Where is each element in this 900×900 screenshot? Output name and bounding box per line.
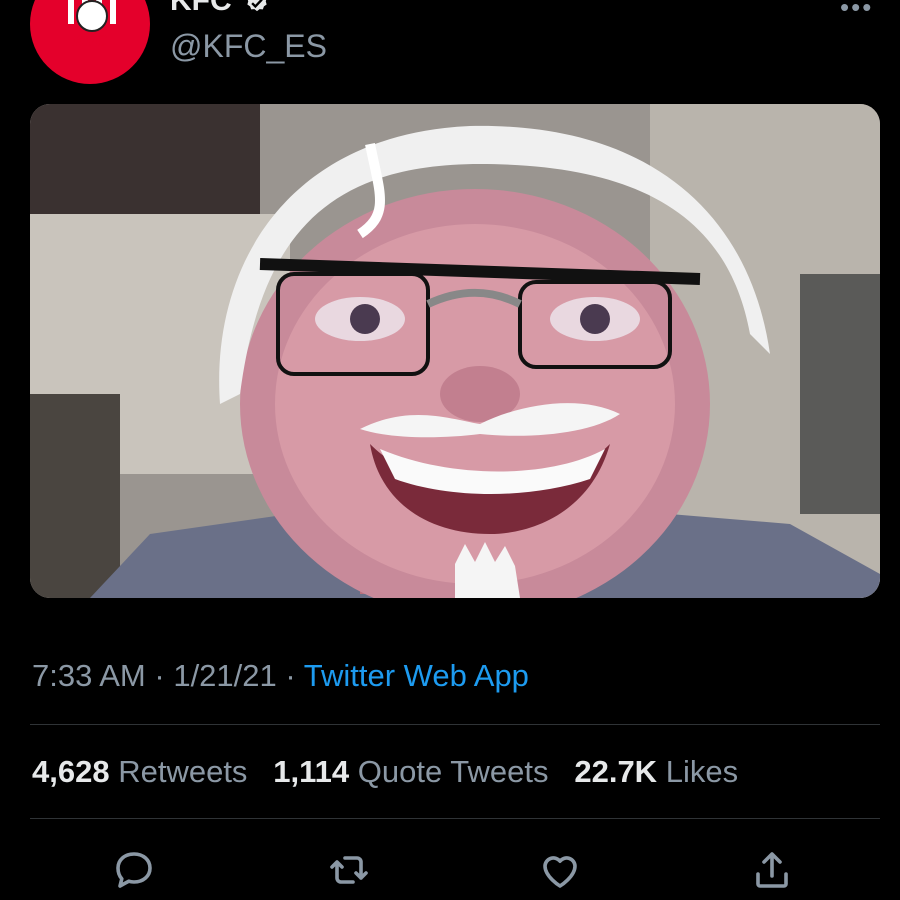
tweet-stats: 4,628 Retweets 1,114 Quote Tweets 22.7K … [32, 752, 738, 792]
avatar-brand: KFC [72, 34, 108, 50]
handle[interactable]: @KFC_ES [170, 28, 327, 64]
quotes-label: Quote Tweets [357, 754, 549, 789]
tweet-media-image[interactable] [30, 104, 880, 598]
avatar[interactable]: KFC [30, 0, 150, 84]
quote-tweets-stat[interactable]: 1,114 Quote Tweets [273, 754, 548, 789]
divider [30, 818, 880, 819]
reply-icon[interactable] [110, 846, 158, 894]
retweets-label: Retweets [118, 754, 248, 789]
retweet-icon[interactable] [325, 846, 373, 894]
divider [30, 724, 880, 725]
retweets-stat[interactable]: 4,628 Retweets [32, 754, 247, 789]
meta-separator: · [154, 658, 165, 693]
tweet-date[interactable]: 1/21/21 [173, 658, 276, 693]
like-icon[interactable] [536, 846, 584, 894]
display-name[interactable]: KFC [170, 0, 232, 18]
likes-count: 22.7K [574, 754, 658, 789]
likes-stat[interactable]: 22.7K Likes [574, 754, 738, 789]
tweet-source-app[interactable]: Twitter Web App [304, 658, 529, 693]
share-icon[interactable] [748, 846, 796, 894]
colonel-face-icon [76, 0, 108, 32]
verified-icon [244, 0, 270, 16]
likes-label: Likes [665, 754, 739, 789]
meta-separator: · [285, 658, 296, 693]
quotes-count: 1,114 [273, 754, 350, 789]
more-icon[interactable]: ••• [840, 0, 873, 23]
tweet-meta: 7:33 AM · 1/21/21 · Twitter Web App [32, 656, 529, 696]
tweet-time[interactable]: 7:33 AM [32, 658, 146, 693]
retweets-count: 4,628 [32, 754, 110, 789]
